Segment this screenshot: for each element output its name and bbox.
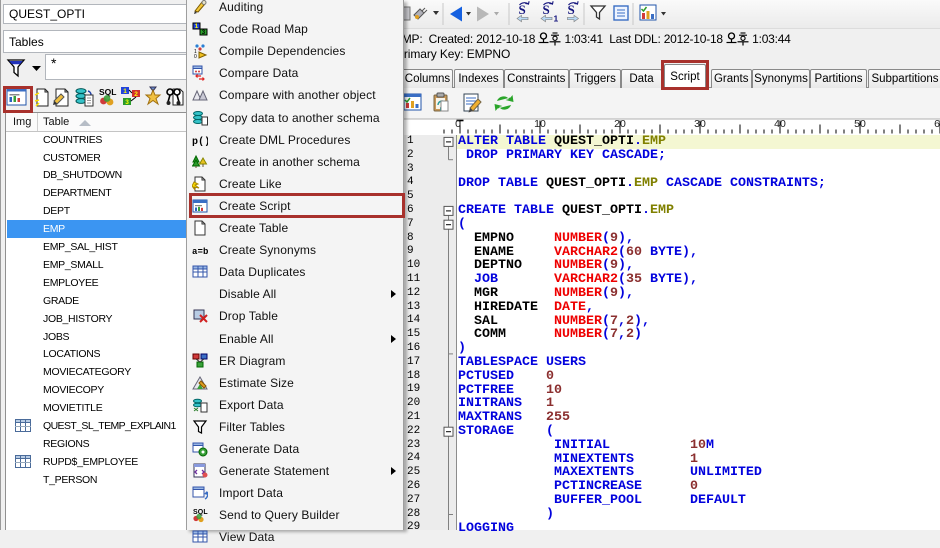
svg-text:30: 30 xyxy=(694,118,706,130)
svg-text:40: 40 xyxy=(774,118,786,130)
svg-text:0: 0 xyxy=(455,118,461,130)
svg-text:0: 0 xyxy=(194,54,197,59)
svg-text:10: 10 xyxy=(534,118,546,130)
svg-text:p(): p() xyxy=(192,136,208,148)
svg-text:50: 50 xyxy=(854,118,866,130)
svg-text:2: 2 xyxy=(134,91,138,98)
svg-text:3: 3 xyxy=(125,99,129,106)
svg-text:3: 3 xyxy=(202,30,206,36)
svg-text:1: 1 xyxy=(123,88,127,95)
svg-text:60: 60 xyxy=(934,118,940,130)
svg-text:a=b: a=b xyxy=(192,247,208,257)
svg-text:20: 20 xyxy=(614,118,626,130)
